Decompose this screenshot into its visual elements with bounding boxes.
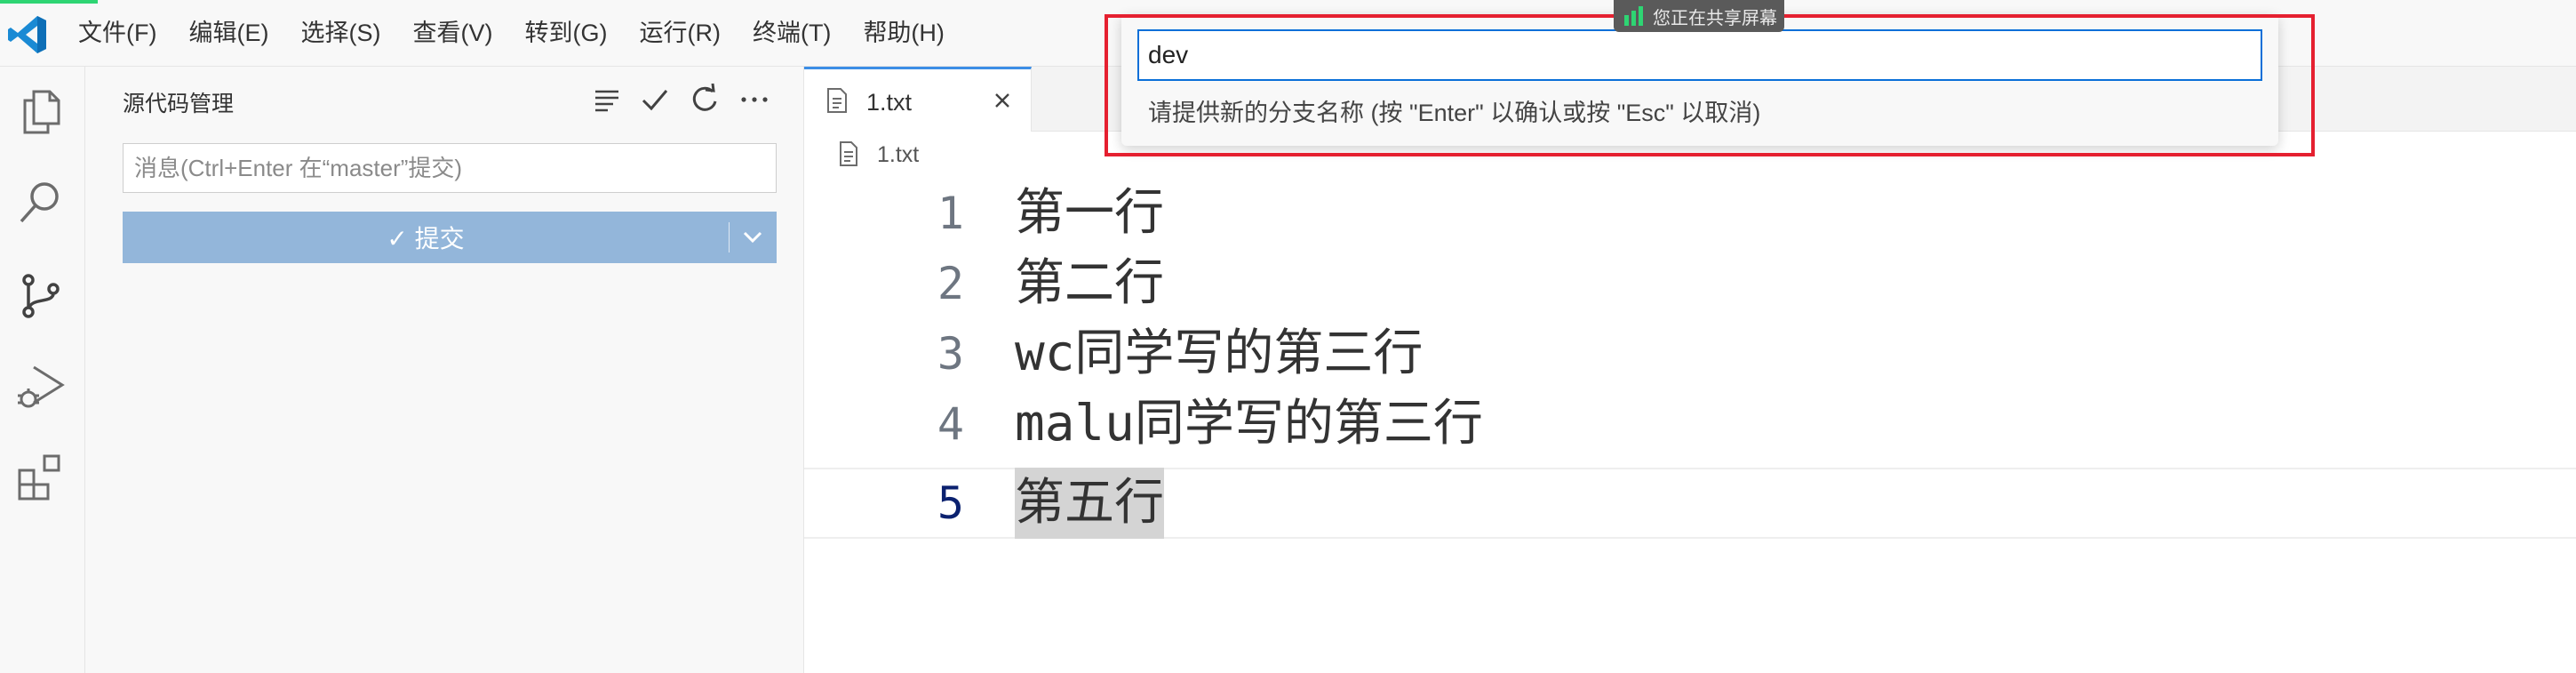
run-debug-icon[interactable] xyxy=(14,360,68,413)
view-as-tree-icon[interactable] xyxy=(588,81,626,118)
activity-bar xyxy=(0,67,85,673)
tab-label: 1.txt xyxy=(866,89,913,116)
line-text[interactable]: 第二行 xyxy=(1015,248,1164,319)
menu-terminal[interactable]: 终端(T) xyxy=(737,0,847,67)
file-icon xyxy=(840,141,857,166)
tab-1-txt[interactable]: 1.txt xyxy=(804,67,1032,132)
editor-line: 4 malu同学写的第三行 xyxy=(804,389,2576,460)
quick-input-message: 请提供新的分支名称 (按 "Enter" 以确认或按 "Esc" 以取消) xyxy=(1148,100,1761,126)
share-text: 您正在共享屏幕 xyxy=(1653,8,1777,28)
branch-name-input[interactable] xyxy=(1137,29,2262,81)
line-text[interactable]: wc同学写的第三行 xyxy=(1015,318,1423,389)
commit-message-input[interactable] xyxy=(123,143,777,193)
editor-line-current: 5 第五行 xyxy=(804,468,2576,539)
editor-line: 2 第二行 xyxy=(804,248,2576,319)
close-icon[interactable] xyxy=(989,87,1016,114)
more-actions-icon[interactable] xyxy=(736,81,773,118)
menu-selection[interactable]: 选择(S) xyxy=(284,0,396,67)
line-number: 3 xyxy=(937,328,964,380)
explorer-icon[interactable] xyxy=(14,84,68,138)
file-icon xyxy=(827,88,847,113)
menu-run[interactable]: 运行(R) xyxy=(623,0,736,67)
line-number: 4 xyxy=(937,398,964,450)
commit-button[interactable]: ✓ 提交 xyxy=(123,212,729,263)
search-icon[interactable] xyxy=(14,175,68,228)
editor-line: 3 wc同学写的第三行 xyxy=(804,318,2576,389)
line-number: 2 xyxy=(937,258,964,309)
quick-input-widget: 请提供新的分支名称 (按 "Enter" 以确认或按 "Esc" 以取消) xyxy=(1121,14,2278,146)
menu-edit[interactable]: 编辑(E) xyxy=(172,0,284,67)
editor-body[interactable]: 1 第一行 2 第二行 3 wc同学写的第三行 4 malu同学写的第三行 5 … xyxy=(804,178,2576,673)
line-number: 1 xyxy=(937,188,964,239)
editor-line: 1 第一行 xyxy=(804,178,2576,249)
signal-bars-icon xyxy=(1624,6,1643,26)
menu-go[interactable]: 转到(G) xyxy=(508,0,623,67)
source-control-panel: 源代码管理 ✓ 提交 xyxy=(85,67,804,673)
line-text[interactable]: 第一行 xyxy=(1015,178,1164,249)
menu-file[interactable]: 文件(F) xyxy=(62,0,172,67)
panel-title: 源代码管理 xyxy=(123,92,235,116)
vscode-logo-icon xyxy=(8,16,46,53)
extensions-icon[interactable] xyxy=(14,451,68,504)
chevron-down-icon[interactable] xyxy=(730,212,777,263)
commit-button-group: ✓ 提交 xyxy=(123,212,777,263)
menu-view[interactable]: 查看(V) xyxy=(396,0,508,67)
line-text[interactable]: malu同学写的第三行 xyxy=(1015,389,1483,460)
screen-share-badge[interactable]: 您正在共享屏幕 xyxy=(1614,0,1784,32)
line-number: 5 xyxy=(937,477,964,529)
menu-help[interactable]: 帮助(H) xyxy=(847,0,960,67)
line-text-selected[interactable]: 第五行 xyxy=(1015,468,1164,539)
commit-check-icon[interactable] xyxy=(636,81,674,118)
source-control-icon[interactable] xyxy=(14,269,68,323)
menu-bar: 文件(F) 编辑(E) 选择(S) 查看(V) 转到(G) 运行(R) 终端(T… xyxy=(62,0,961,67)
breadcrumb-file[interactable]: 1.txt xyxy=(877,142,919,168)
refresh-icon[interactable] xyxy=(686,81,723,118)
